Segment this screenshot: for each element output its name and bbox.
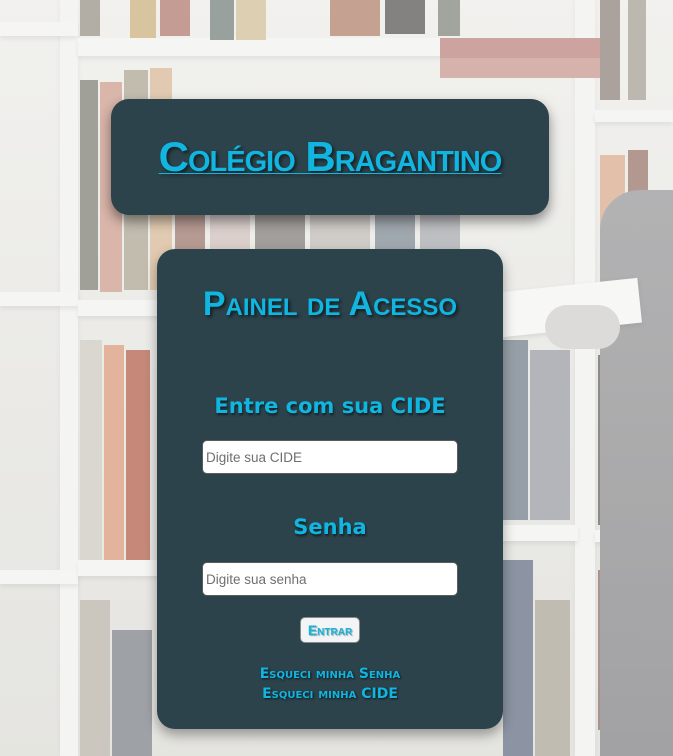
login-panel: Painel de Acesso Entre com sua CIDE Senh… <box>157 249 503 729</box>
password-label: Senha <box>293 515 367 539</box>
cide-input[interactable] <box>202 440 458 474</box>
password-input[interactable] <box>202 562 458 596</box>
header-card: Colégio Bragantino <box>111 99 549 215</box>
cide-label: Entre com sua CIDE <box>214 394 446 418</box>
panel-title: Painel de Acesso <box>202 285 458 323</box>
forgot-cide-link[interactable]: Esqueci minha CIDE <box>157 686 503 702</box>
school-name: Colégio Bragantino <box>158 133 503 180</box>
forgot-password-link[interactable]: Esqueci minha Senha <box>157 666 503 682</box>
submit-button[interactable]: Entrar <box>300 617 360 643</box>
